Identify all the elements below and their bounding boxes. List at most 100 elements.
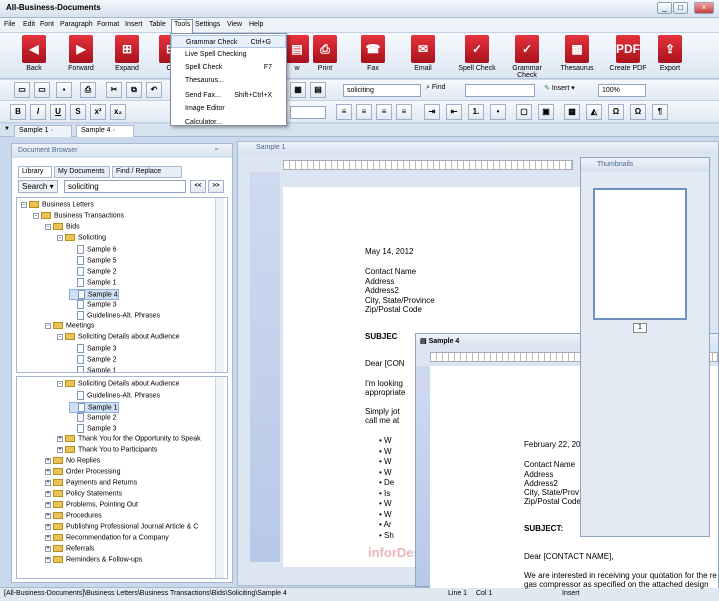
indent-icon[interactable]: ⇥ xyxy=(424,104,440,120)
expand-toggle-icon[interactable]: - xyxy=(45,223,51,230)
underline-button[interactable]: U xyxy=(50,104,66,120)
tree-document-item[interactable]: Sample 2 xyxy=(69,355,117,364)
expand-toggle-icon[interactable]: + xyxy=(45,501,51,508)
subscript-button[interactable]: x₂ xyxy=(110,104,126,120)
close-tab-icon[interactable]: ▫ xyxy=(51,127,53,134)
menu-item-tools[interactable]: Tools xyxy=(171,19,194,33)
tabs-dropdown-icon[interactable]: ▼ xyxy=(4,126,10,132)
tree-document-item[interactable]: Sample 3 xyxy=(69,424,117,433)
ribbon-email-button[interactable]: ✉ Email xyxy=(398,35,448,72)
find-button[interactable]: ⌕ Find xyxy=(426,84,446,92)
ribbon-print-button[interactable]: ⎙ Print xyxy=(300,35,350,72)
expand-toggle-icon[interactable]: + xyxy=(45,512,51,519)
outdent-icon[interactable]: ⇤ xyxy=(446,104,462,120)
new-document-icon[interactable]: ▭ xyxy=(14,82,30,98)
browser-tab-library[interactable]: Library xyxy=(18,166,52,178)
tree-folder-item[interactable]: - Business Letters xyxy=(21,201,94,208)
menu-item-format[interactable]: Format xyxy=(97,21,119,28)
style-select[interactable] xyxy=(465,84,535,97)
tree-document-item[interactable]: Sample 4 xyxy=(69,289,119,300)
expand-toggle-icon[interactable]: + xyxy=(45,479,51,486)
minimize-button[interactable]: _ xyxy=(657,2,672,14)
search-mode-dropdown[interactable]: Search ▾ xyxy=(18,180,58,193)
shading-icon[interactable]: ▣ xyxy=(538,104,554,120)
tree-folder-item[interactable]: - Meetings xyxy=(45,322,94,329)
justify-icon[interactable]: ≡ xyxy=(396,104,412,120)
superscript-button[interactable]: x² xyxy=(90,104,106,120)
prev-result-button[interactable]: << xyxy=(190,180,206,193)
tree-folder-item[interactable]: + Procedures xyxy=(45,512,102,519)
browser-search-input[interactable]: soliciting xyxy=(64,180,186,193)
tools-menu-item-thesaurus[interactable]: Thesaurus... xyxy=(171,74,286,87)
tab-sample-4[interactable]: Sample 4 ▫ xyxy=(76,125,134,137)
tree-folder-item[interactable]: + Payments and Returns xyxy=(45,479,137,486)
align-right-icon[interactable]: ≡ xyxy=(376,104,392,120)
tools-menu-item-live-spell-checking[interactable]: Live Spell Checking xyxy=(171,48,286,61)
tree-document-item[interactable]: Guidelines-Alt. Phrases xyxy=(69,391,160,400)
tree-folder-item[interactable]: + Policy Statements xyxy=(45,490,122,497)
tree-document-item[interactable]: Guidelines-Alt. Phrases xyxy=(69,311,160,320)
symbol-icon[interactable]: Ω xyxy=(608,104,624,120)
expand-toggle-icon[interactable]: - xyxy=(57,333,63,340)
menu-item-view[interactable]: View xyxy=(227,21,242,28)
tree-folder-item[interactable]: - Bids xyxy=(45,223,80,230)
insert-button[interactable]: ✎ Insert ▾ xyxy=(544,84,575,92)
tree-document-item[interactable]: Sample 2 xyxy=(69,267,117,276)
bullets-icon[interactable]: • xyxy=(490,104,506,120)
menu-item-settings[interactable]: Settings xyxy=(195,21,220,28)
maximize-button[interactable]: □ xyxy=(673,2,688,14)
next-result-button[interactable]: >> xyxy=(208,180,224,193)
close-button[interactable]: × xyxy=(694,2,714,14)
tree-document-item[interactable]: Sample 6 xyxy=(69,245,117,254)
grid-icon[interactable]: ▤ xyxy=(310,82,326,98)
tree-folder-item[interactable]: + No Replies xyxy=(45,457,100,464)
page-thumbnail[interactable] xyxy=(593,188,687,320)
menu-item-edit[interactable]: Edit xyxy=(23,21,35,28)
tree-scrollbar[interactable] xyxy=(215,198,224,372)
cut-icon[interactable]: ✂ xyxy=(106,82,122,98)
expand-toggle-icon[interactable]: - xyxy=(21,201,27,208)
menu-item-insert[interactable]: Insert xyxy=(125,21,143,28)
expand-toggle-icon[interactable]: - xyxy=(33,212,39,219)
tree-folder-item[interactable]: + Order Processing xyxy=(45,468,120,475)
tree-folder-item[interactable]: + Referrals xyxy=(45,545,94,552)
menu-item-file[interactable]: File xyxy=(4,21,15,28)
tab-sample-1[interactable]: Sample 1 ▫ xyxy=(14,125,72,137)
align-left-icon[interactable]: ≡ xyxy=(336,104,352,120)
menu-item-table[interactable]: Table xyxy=(149,21,166,28)
tree-folder-item[interactable]: - Business Transactions xyxy=(33,212,124,219)
tree-folder-item[interactable]: - Soliciting Details about Audience xyxy=(57,380,180,387)
expand-toggle-icon[interactable]: + xyxy=(45,523,51,530)
ribbon-fax-button[interactable]: ☎ Fax xyxy=(348,35,398,72)
ribbon-forward-arrow-button[interactable]: ▶ Forward xyxy=(56,35,106,72)
tools-menu-item-image-editor[interactable]: Image Editor xyxy=(171,102,286,115)
print-small-icon[interactable]: ⎙ xyxy=(80,82,96,98)
tree-folder-item[interactable]: - Soliciting xyxy=(57,234,106,241)
bold-button[interactable]: B xyxy=(10,104,26,120)
ribbon-thesaurus-button[interactable]: ▦ Thesaurus xyxy=(552,35,602,72)
expand-toggle-icon[interactable]: + xyxy=(45,457,51,464)
tree-folder-item[interactable]: + Thank You to Participants xyxy=(57,446,157,453)
tree-folder-item[interactable]: - Soliciting Details about Audience xyxy=(57,333,180,340)
expand-toggle-icon[interactable]: - xyxy=(57,380,63,387)
ribbon-back-arrow-button[interactable]: ◀ Back xyxy=(9,35,59,72)
tree-folder-item[interactable]: + Recommendation for a Company xyxy=(45,534,169,541)
menu-item-font[interactable]: Font xyxy=(40,21,54,28)
tree-folder-item[interactable]: + Thank You for the Opportunity to Speak xyxy=(57,435,201,442)
tools-menu-item-send-fax[interactable]: Send Fax... Shift+Ctrl+X xyxy=(171,89,286,102)
expand-toggle-icon[interactable]: - xyxy=(57,234,63,241)
ribbon-spell-check-button[interactable]: ✓ Spell Check xyxy=(452,35,502,72)
expand-toggle-icon[interactable]: + xyxy=(45,468,51,475)
image-icon[interactable]: ▩ xyxy=(564,104,580,120)
ruler[interactable] xyxy=(283,160,573,170)
tree-scrollbar[interactable] xyxy=(215,377,224,578)
paragraph-mark-icon[interactable]: ¶ xyxy=(652,104,668,120)
tree-folder-item[interactable]: + Problems, Pointing Out xyxy=(45,501,138,508)
font-size-select[interactable] xyxy=(290,106,326,119)
panel-close-icon[interactable]: ▫ xyxy=(215,146,217,153)
expand-toggle-icon[interactable]: + xyxy=(57,446,63,453)
strikethrough-button[interactable]: S xyxy=(70,104,86,120)
browser-tab-my-documents[interactable]: My Documents xyxy=(54,166,110,178)
tree-document-item[interactable]: Sample 3 xyxy=(69,300,117,309)
expand-toggle-icon[interactable]: - xyxy=(45,322,51,329)
